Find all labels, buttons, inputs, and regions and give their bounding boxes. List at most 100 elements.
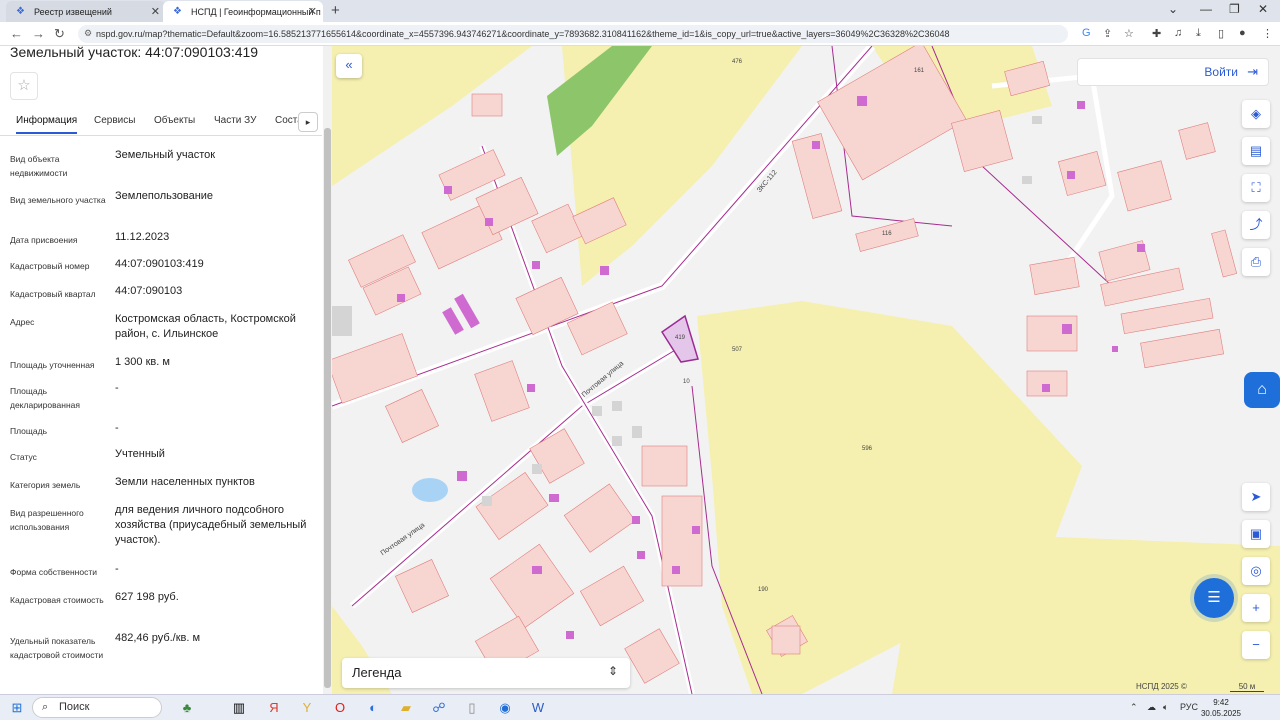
chat-icon: ☰ [1207,589,1221,606]
yandex-browser-icon[interactable]: Y [298,700,316,716]
layers-button[interactable]: ◈ [1242,100,1270,128]
minus-icon: − [1252,637,1260,652]
building [1042,384,1050,392]
plus-icon: + [1252,600,1260,615]
share-button[interactable]: ⤴ [1242,211,1270,239]
attr-value: 44:07:090103 [115,285,183,297]
minimize-icon[interactable]: — [1200,2,1212,16]
reload-icon[interactable]: ↻ [54,26,65,42]
print-icon: ⎙ [1250,254,1262,269]
new-tab-icon[interactable]: + [331,2,340,19]
site-info-icon[interactable]: ⚙ [84,28,92,39]
google-icon[interactable]: G [1082,27,1091,39]
profile-icon[interactable]: ● [1239,27,1246,39]
building [1077,101,1085,109]
ruler-icon: ▤ [1249,143,1263,158]
attr-label: Площадь [10,426,48,436]
outbuilding [612,401,622,411]
word-icon[interactable]: W [529,700,547,716]
outbuilding [532,464,542,474]
network-icon[interactable]: ☁ [1147,702,1156,713]
login-button[interactable]: Войти ⇥ [1077,58,1269,86]
tab-services[interactable]: Сервисы [94,115,135,126]
close-window-icon[interactable]: ✕ [1258,2,1268,16]
attr-value: Земли населенных пунктов [115,476,255,488]
edge-icon[interactable]: ◐ [364,700,382,716]
map-canvas[interactable]: 419 596 507 476 161 116 190 10 Почтовая … [332,46,1280,694]
side-panel-icon[interactable]: ▯ [1218,27,1224,40]
restore-icon[interactable]: ❐ [1229,2,1240,16]
attr-label: Площадь уточненная [10,360,95,370]
zoom-out-button[interactable]: − [1242,631,1270,659]
tab-information[interactable]: Информация [16,115,78,134]
tray-chevron-icon[interactable]: ⌃ [1130,702,1138,713]
parcel [1057,151,1107,196]
task-view-icon[interactable]: ▥ [230,700,248,716]
network-app-icon[interactable]: ☍ [430,700,448,716]
search-icon: ⌕ [42,701,49,713]
attr-value: Земельный участок [115,149,216,161]
volume-icon[interactable]: 🔈︎ [1163,702,1168,713]
system-clock[interactable]: 9:42 30.05.2025 [1196,697,1246,719]
back-icon[interactable]: ← [10,26,23,41]
star-icon: ☆ [17,77,31,94]
extensions-icon[interactable]: ✚ [1152,27,1161,40]
chat-button[interactable]: ☰ [1194,578,1234,618]
browser-tab-1[interactable]: ❖ Реестр извещений ✕ [6,1,166,22]
windows-start-icon[interactable]: ⊞ [8,700,26,716]
bookmark-star-icon[interactable]: ☆ [1124,27,1134,40]
chevron-updown-icon: ⇕ [607,664,618,678]
panel-scrollbar[interactable] [323,46,332,694]
attr-value: 44:07:090103:419 [115,258,204,270]
tab-parts[interactable]: Части ЗУ [214,115,256,126]
url-field[interactable]: ⚙ nspd.gov.ru/map?thematic=Default&zoom=… [78,25,1068,43]
download-icon[interactable]: ⤓ [1196,27,1201,40]
menu-icon[interactable]: ⋮ [1262,27,1273,40]
opera-icon[interactable]: O [331,700,349,716]
outbuilding [612,436,622,446]
share-icon: ⤴ [1249,217,1263,232]
parcel [474,360,530,422]
minimap-button[interactable]: ▣ [1242,520,1270,548]
outbuilding [632,426,642,438]
zoom-in-button[interactable]: + [1242,594,1270,622]
attr-value: - [115,563,119,575]
outbuilding [482,496,492,506]
parcel [1178,122,1216,160]
favorite-star-button[interactable]: ☆ [10,72,38,100]
attr-label: Вид земельного участка [10,195,106,205]
tabs-scroll-right-icon[interactable]: ▸ [298,112,318,132]
gosuslugi-button[interactable]: ⌂ [1244,372,1280,408]
share-icon[interactable]: ⇪ [1103,27,1112,40]
close-tab-icon[interactable]: ✕ [151,5,160,18]
select-area-button[interactable]: ⛶ [1242,174,1270,202]
tab-search-icon[interactable]: ⌄ [1168,2,1178,16]
collapse-panel-button[interactable]: « [336,54,362,78]
parcel [771,625,801,655]
building [672,566,680,574]
close-tab-icon[interactable]: ✕ [308,5,317,18]
outbuilding [1022,176,1032,184]
taskbar-search[interactable]: ⌕ Поиск [32,697,162,718]
chrome-icon[interactable]: ◉ [496,700,514,716]
file-explorer-icon[interactable]: ▰ [397,700,415,716]
tab-objects[interactable]: Объекты [154,115,195,126]
parcel [1211,229,1238,278]
page-title: Земельный участок: 44:07:090103:419 [10,46,259,60]
widgets-icon[interactable]: ♣ [178,700,196,716]
legend-dropdown[interactable]: Легенда ⇕ [342,658,630,688]
geolocation-button[interactable]: ◎ [1242,557,1270,585]
scrollbar-thumb[interactable] [324,128,331,688]
measure-button[interactable]: ▤ [1242,137,1270,165]
attr-value: 627 198 руб. [115,591,179,603]
media-icon[interactable]: ♫ [1174,27,1182,39]
navigate-button[interactable]: ➤ [1242,483,1270,511]
forward-icon[interactable]: → [32,26,45,41]
notepad-icon[interactable]: ▯ [463,700,481,716]
yandex-icon[interactable]: Я [265,700,283,716]
browser-tab-bar: ❖ Реестр извещений ✕ ❖ НСПД | Геоинформа… [0,0,1280,22]
print-button[interactable]: ⎙ [1242,248,1270,276]
double-chevron-left-icon: « [345,57,353,72]
browser-tab-2[interactable]: ❖ НСПД | Геоинформационный п ✕ [163,1,323,22]
plot-label: 161 [914,68,925,74]
